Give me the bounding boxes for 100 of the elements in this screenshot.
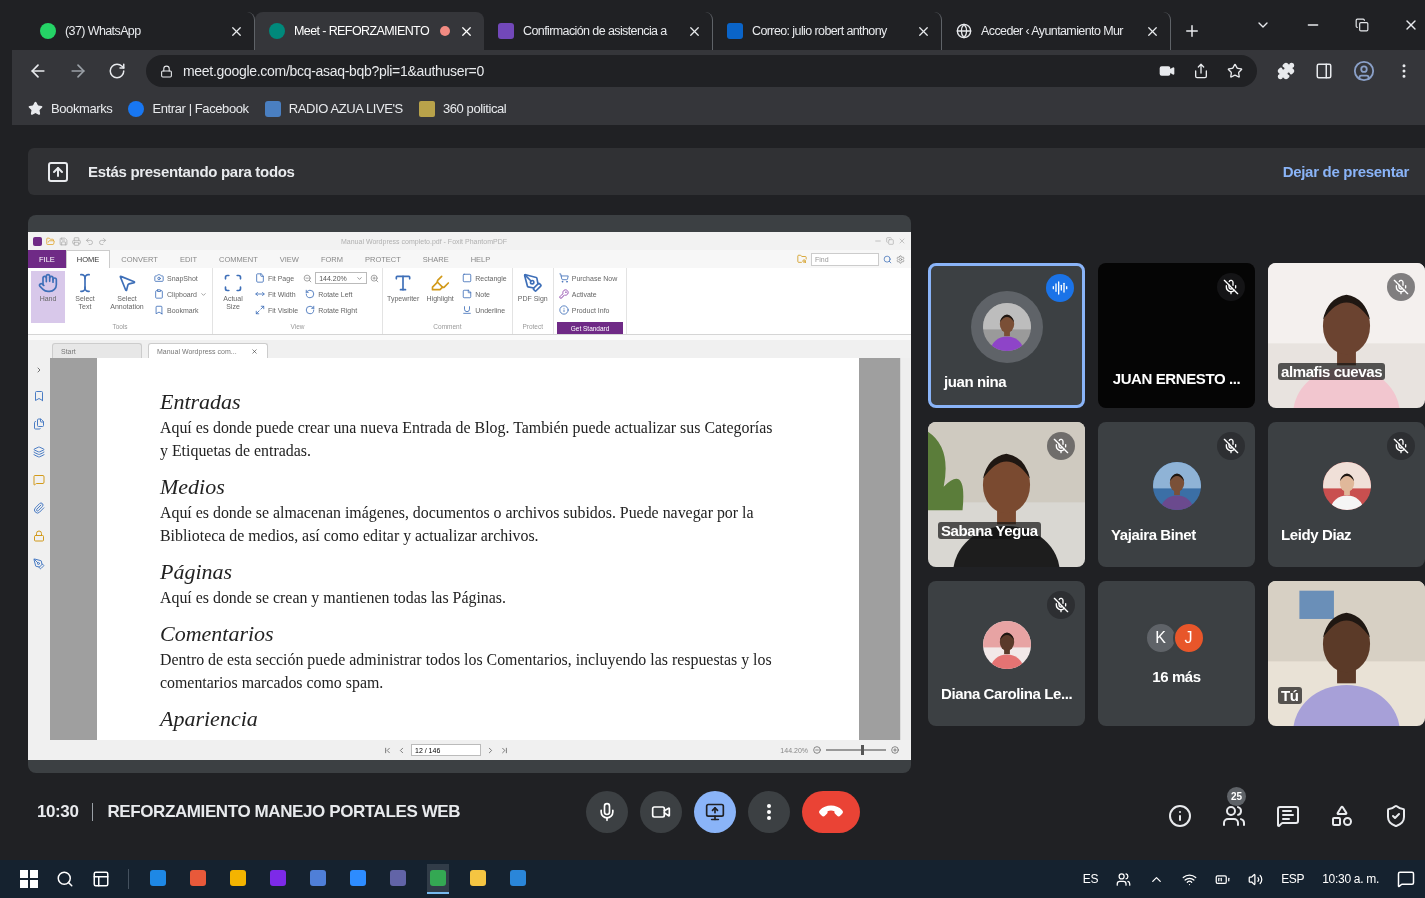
- bookmark-icon: [154, 305, 164, 315]
- hand-icon: [38, 273, 58, 293]
- new-tab-icon[interactable]: [1183, 22, 1201, 40]
- volume-icon[interactable]: [1248, 871, 1264, 887]
- meeting-time: 10:30: [37, 801, 79, 822]
- taskbar-app-icon[interactable]: [427, 864, 449, 894]
- browser-tab[interactable]: Meet - REFORZAMIENTO: [255, 12, 484, 50]
- star-icon[interactable]: [1227, 63, 1243, 79]
- paragraph: Aquí es donde se almacenan imágenes, documentos o archivos subidos. Puede navegar por la Biblioteca de medios, así como editar y actualizar archivos.: [160, 503, 755, 547]
- square-icon: [462, 273, 473, 283]
- letter-t-icon: [393, 273, 414, 293]
- caret-icon: [199, 290, 207, 298]
- section-heading: Páginas: [160, 558, 234, 586]
- windows-logo-icon[interactable]: [20, 870, 38, 888]
- section-heading: Entradas: [160, 388, 242, 416]
- share-icon[interactable]: [1193, 63, 1209, 79]
- search-icon[interactable]: [56, 870, 74, 888]
- participant-tile[interactable]: Yajaira Binet: [1098, 422, 1255, 567]
- initial-avatar: J: [1172, 622, 1205, 654]
- profile-icon[interactable]: [1353, 60, 1375, 82]
- meeting-title: REFORZAMIENTO MANEJO PORTALES WEB: [107, 801, 461, 822]
- initial-avatar: K: [1144, 622, 1177, 654]
- participant-tile[interactable]: Leidy Diaz: [1268, 422, 1425, 567]
- people-button[interactable]: 25: [1221, 786, 1247, 837]
- underline-icon: [462, 305, 473, 315]
- star-icon: [28, 101, 43, 116]
- participant-name: almafis cuevas: [1278, 363, 1386, 380]
- participant-name: juan nina: [942, 373, 1008, 390]
- participant-name: Sabana Yegua: [938, 522, 1041, 539]
- participant-tile[interactable]: juan nina: [928, 263, 1085, 408]
- participant-name: Yajaira Binet: [1110, 526, 1197, 543]
- people-icon: [1222, 803, 1246, 828]
- participant-tile[interactable]: Sabana Yegua: [928, 422, 1085, 567]
- extensions-icon[interactable]: [1277, 62, 1295, 80]
- participant-tile[interactable]: Diana Carolina Le...: [928, 581, 1085, 726]
- cart-icon: [558, 273, 569, 283]
- side-panel-icon[interactable]: [1315, 62, 1333, 80]
- more-button[interactable]: [748, 790, 790, 833]
- task-view-icon[interactable]: [92, 870, 110, 888]
- pen-icon: [522, 273, 543, 293]
- pages-icon[interactable]: [33, 418, 45, 430]
- bookmark-icon[interactable]: [33, 390, 45, 402]
- pointer-icon: [117, 273, 137, 293]
- info-icon: [558, 305, 569, 315]
- participant-name: JUAN ERNESTO ...: [1112, 370, 1241, 387]
- present-screen-button[interactable]: [694, 790, 736, 833]
- previous-page-icon[interactable]: [397, 745, 406, 755]
- clipboard-icon: [154, 289, 164, 299]
- attachment-icon[interactable]: [33, 502, 45, 514]
- people-icon[interactable]: [1116, 871, 1132, 887]
- end-call-button[interactable]: [802, 790, 860, 833]
- width-arrows-icon: [254, 289, 265, 299]
- zoom-in-icon[interactable]: [891, 746, 899, 754]
- note-icon: [462, 289, 473, 299]
- restore-icon[interactable]: [1355, 18, 1369, 32]
- bookmark-link[interactable]: Entrar | Facebook: [128, 100, 249, 117]
- reload-icon[interactable]: [108, 62, 126, 80]
- input-indicator: ES: [1082, 872, 1099, 886]
- rotate-left-icon: [305, 289, 316, 299]
- pen-icon[interactable]: [33, 558, 45, 570]
- participant-tile[interactable]: Tú: [1268, 581, 1425, 726]
- section-heading: Medios: [160, 473, 226, 501]
- bookmark-link[interactable]: 360 political: [418, 100, 507, 117]
- info-icon: [1168, 803, 1192, 828]
- address-bar[interactable]: meet.google.com/bcq-asaq-bqb?pli=1&authuser=0: [146, 55, 1257, 87]
- expand-icon: [254, 305, 265, 315]
- present-screen-icon: [705, 801, 725, 822]
- zoom-out-icon[interactable]: [813, 746, 821, 754]
- bookmark-link[interactable]: Bookmarks: [28, 101, 113, 116]
- next-page-icon[interactable]: [486, 745, 495, 755]
- clock: 10:30 a. m.: [1322, 872, 1379, 886]
- wifi-icon[interactable]: [1182, 871, 1198, 887]
- language-indicator: ESP: [1281, 872, 1305, 886]
- camera-button[interactable]: [640, 790, 682, 833]
- participant-tile[interactable]: K J 16 más: [1098, 581, 1255, 726]
- participant-name: Tú: [1278, 687, 1302, 704]
- mic-button[interactable]: [586, 790, 628, 833]
- more-participants-label: 16 más: [1152, 668, 1201, 685]
- count-badge: 25: [1227, 786, 1246, 806]
- speaking-icon: [1046, 274, 1074, 302]
- bookmark-link[interactable]: RADIO AZUA LIVE'S: [264, 100, 403, 117]
- banner-text: Estás presentando para todos: [88, 163, 295, 180]
- participant-tile[interactable]: almafis cuevas: [1268, 263, 1425, 408]
- highlighter-icon: [430, 273, 451, 293]
- layers-icon[interactable]: [33, 446, 45, 458]
- first-page-icon[interactable]: [383, 745, 392, 755]
- expand-icon[interactable]: [35, 366, 43, 374]
- notifications-icon[interactable]: [1397, 870, 1415, 888]
- last-page-icon[interactable]: [500, 745, 509, 755]
- globe-icon: [956, 23, 972, 39]
- frame-icon: [222, 273, 243, 293]
- participant-tile[interactable]: JUAN ERNESTO ...: [1098, 263, 1255, 408]
- paragraph: Dentro de esta sección puede administrar todos los Comentarios, incluyendo las respuestas y los comentarios marcados como spam.: [160, 650, 773, 694]
- paragraph: Aquí es donde se crean y mantienen todas las Páginas.: [160, 588, 507, 609]
- activities-icon: [1330, 803, 1354, 828]
- section-heading: Comentarios: [160, 620, 275, 648]
- camera-icon[interactable]: [1159, 63, 1175, 79]
- lock-icon: [160, 64, 173, 78]
- key-icon: [558, 289, 569, 299]
- stop-presenting-link[interactable]: Dejar de presentar: [1282, 163, 1409, 180]
